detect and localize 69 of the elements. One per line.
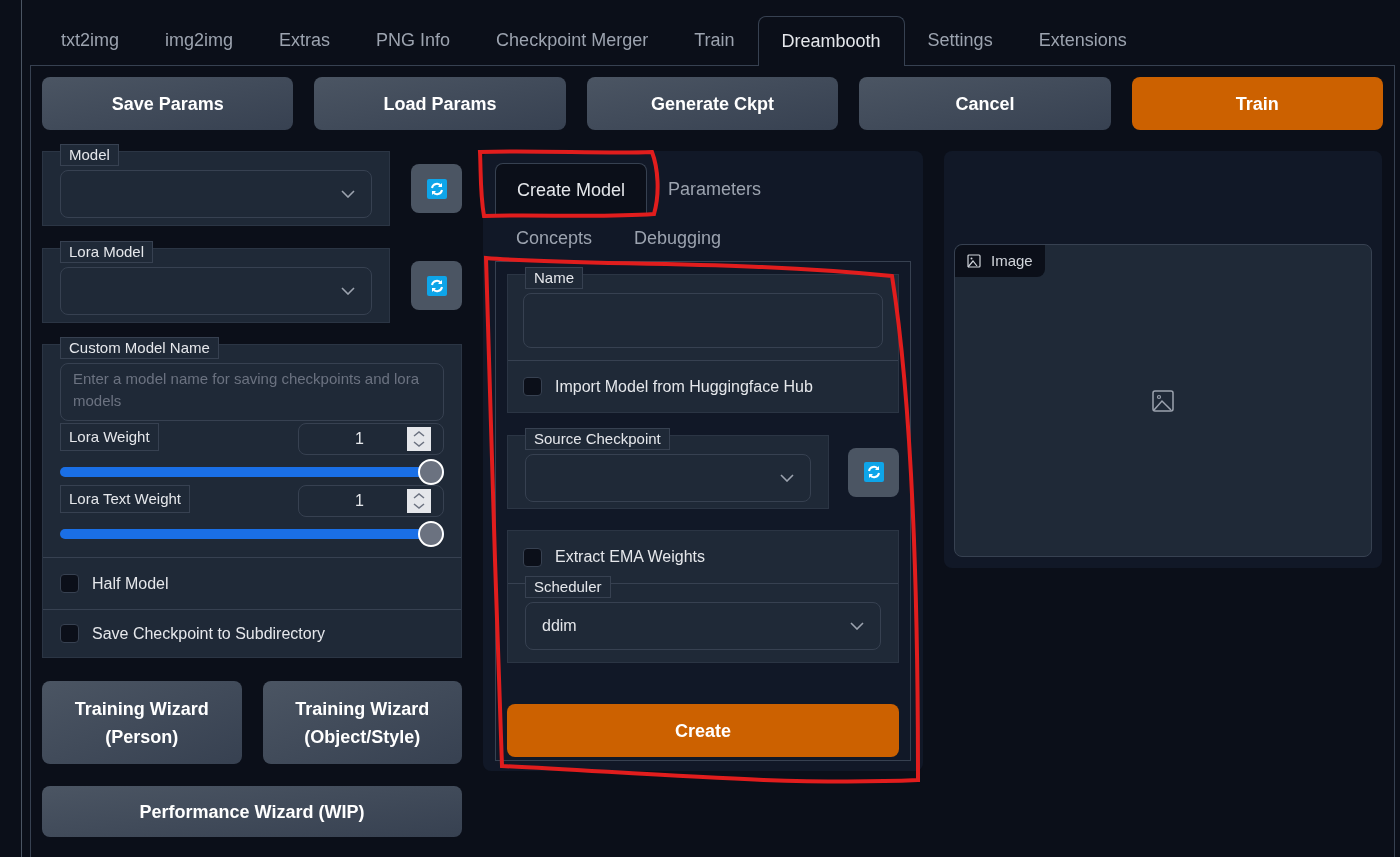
tab[interactable]: txt2img [38, 15, 143, 65]
action-button[interactable]: Save Params [42, 77, 294, 130]
number-value: 1 [355, 429, 364, 449]
tab[interactable]: Extensions [1015, 15, 1150, 65]
tab[interactable]: img2img [142, 15, 257, 65]
dropdown[interactable] [60, 170, 372, 218]
action-button[interactable]: Training Wizard (Person) [42, 681, 242, 764]
tab[interactable]: Create Model [495, 163, 648, 216]
number-field[interactable]: 1 [298, 423, 444, 455]
checkbox-label: Save Checkpoint to Subdirectory [92, 623, 325, 644]
action-button[interactable]: Create [507, 704, 899, 757]
image-label: Image [955, 245, 1045, 277]
checkbox-label: Import Model from Huggingface Hub [555, 376, 813, 397]
checkbox[interactable] [60, 624, 79, 643]
checkbox[interactable] [523, 377, 542, 396]
field-label: Custom Model Name [60, 337, 219, 359]
spinner-icon [407, 489, 431, 513]
tab[interactable]: Extras [256, 15, 354, 65]
field-label: Lora Model [60, 241, 154, 263]
slider-label: Lora Weight [60, 423, 159, 451]
refresh-button[interactable] [411, 164, 462, 213]
number-value: 1 [355, 491, 364, 511]
tab[interactable]: Settings [904, 15, 1016, 65]
field-label: Scheduler [525, 576, 611, 598]
slider-thumb[interactable] [418, 521, 444, 547]
tab[interactable]: Debugging [613, 216, 743, 261]
tab[interactable]: Dreambooth [757, 16, 905, 66]
action-button[interactable]: Training Wizard (Object/Style) [262, 681, 462, 764]
action-button[interactable]: Train [1131, 77, 1384, 130]
refresh-button[interactable] [411, 261, 462, 310]
tab[interactable]: PNG Info [353, 15, 474, 65]
checkbox-label: Extract EMA Weights [555, 547, 705, 567]
chevron-down-icon [850, 622, 864, 630]
tab[interactable]: Checkpoint Merger [473, 15, 672, 65]
field-label: Model [60, 144, 119, 166]
slider[interactable] [60, 521, 444, 547]
action-button[interactable]: Load Params [314, 77, 566, 130]
dropdown[interactable] [525, 454, 811, 502]
action-button[interactable]: Cancel [859, 77, 1111, 130]
spinner-icon [407, 427, 431, 451]
tab[interactable]: Parameters [647, 163, 783, 216]
chevron-down-icon [341, 190, 355, 198]
tab[interactable]: Concepts [495, 216, 614, 261]
name-field[interactable] [523, 293, 883, 348]
dropdown[interactable]: ddim [525, 602, 881, 650]
dropdown-value: ddim [542, 616, 577, 636]
model-name-field[interactable]: Enter a model name for saving checkpoints and lora models [60, 363, 444, 421]
action-button[interactable]: Performance Wizard (WIP) [42, 786, 462, 837]
slider-label: Lora Text Weight [60, 485, 190, 513]
chevron-down-icon [780, 474, 794, 482]
refresh-button[interactable] [848, 447, 899, 497]
refresh-icon [426, 178, 447, 199]
refresh-icon [426, 275, 447, 296]
tab[interactable]: Train [671, 15, 758, 65]
image-dropzone[interactable]: Image [954, 244, 1372, 557]
action-button[interactable]: Generate Ckpt [586, 77, 839, 130]
checkbox-label: Half Model [92, 573, 169, 594]
field-label: Name [525, 267, 583, 289]
checkbox[interactable] [60, 574, 79, 593]
checkbox[interactable] [523, 547, 542, 567]
slider[interactable] [60, 459, 444, 485]
refresh-icon [863, 462, 884, 482]
slider-thumb[interactable] [418, 459, 444, 485]
image-icon [967, 254, 981, 268]
image-placeholder-icon [1152, 389, 1174, 412]
dropdown[interactable] [60, 267, 372, 315]
chevron-down-icon [341, 287, 355, 295]
field-label: Source Checkpoint [525, 428, 670, 450]
number-field[interactable]: 1 [298, 485, 444, 517]
